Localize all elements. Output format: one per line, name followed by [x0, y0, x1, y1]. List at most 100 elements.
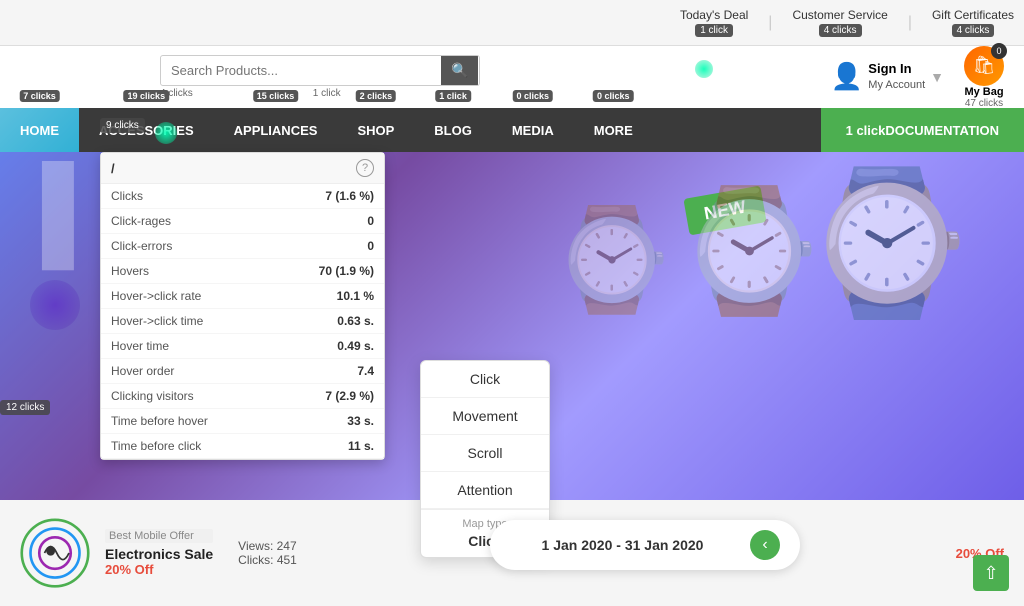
tooltip-hoverclicktime-label: Hover->click time — [111, 314, 203, 328]
tooltip-hovertime-value: 0.49 s. — [337, 339, 374, 353]
cart-label: My Bag — [964, 86, 1003, 98]
search-clicks: 4 clicks 1 click — [160, 88, 341, 99]
divider1: | — [768, 14, 772, 32]
tooltip-clickerrors-value: 0 — [367, 239, 374, 253]
nav-home-label: HOME — [20, 123, 59, 138]
nav-item-media[interactable]: 0 clicks MEDIA — [492, 108, 574, 152]
nav-more-label: MORE — [594, 123, 633, 138]
account-area[interactable]: 👤 Sign In My Account ▼ — [831, 60, 944, 94]
tooltip-help-button[interactable]: ? — [356, 159, 374, 177]
customer-service-clicks: 4 clicks — [819, 24, 862, 37]
tooltip-row-clicks: Clicks 7 (1.6 %) — [101, 184, 384, 209]
nav-shop-clicks: 2 clicks — [356, 90, 397, 102]
tooltip-hoverclickrate-label: Hover->click rate — [111, 289, 201, 303]
nav-doc-button[interactable]: 1 click DOCUMENTATION — [821, 108, 1024, 152]
tooltip-row-time-before-hover: Time before hover 33 s. — [101, 409, 384, 434]
tooltip-hoverclicktime-value: 0.63 s. — [337, 314, 374, 328]
tooltip-row-hover-click-time: Hover->click time 0.63 s. — [101, 309, 384, 334]
nav-item-home[interactable]: 7 clicks HOME — [0, 108, 79, 152]
tooltip-clickingvisitors-value: 7 (2.9 %) — [325, 389, 374, 403]
tooltip-row-clicking-visitors: Clicking visitors 7 (2.9 %) — [101, 384, 384, 409]
cart-area[interactable]: 🛍 0 My Bag 47 clicks — [964, 46, 1004, 109]
hero-text-decoration: ▐ — [10, 162, 74, 265]
tooltip-clickrages-label: Click-rages — [111, 214, 171, 228]
tooltip-timebeforehover-label: Time before hover — [111, 414, 208, 428]
nav-media-clicks: 0 clicks — [513, 90, 554, 102]
search-box: 🔍 — [160, 55, 480, 86]
my-account-label: My Account — [868, 78, 925, 93]
tooltip-row-hovers: Hovers 70 (1.9 %) — [101, 259, 384, 284]
context-menu-movement[interactable]: Movement — [421, 398, 549, 435]
context-menu-attention[interactable]: Attention — [421, 472, 549, 509]
nav-items: 7 clicks HOME 19 clicks ACCESSORIES 15 c… — [0, 108, 1024, 152]
tooltip-hoverorder-value: 7.4 — [357, 364, 374, 378]
nav-shop-label: SHOP — [357, 123, 394, 138]
tooltip-timebeforeclick-value: 11 s. — [348, 439, 374, 453]
nav-item-appliances[interactable]: 15 clicks APPLIANCES — [214, 108, 338, 152]
nav-doc-label: DOCUMENTATION — [885, 123, 999, 138]
nav-dot-home — [155, 122, 177, 144]
tooltip-row-click-rages: Click-rages 0 — [101, 209, 384, 234]
scroll-top-button[interactable]: ⇧ — [973, 555, 1009, 591]
gift-certificates-link[interactable]: Gift Certificates 4 clicks — [932, 8, 1014, 37]
tooltip-clicks-value: 7 (1.6 %) — [325, 189, 374, 203]
tooltip-hovers-label: Hovers — [111, 264, 149, 278]
bottom-badge: Best Mobile Offer — [105, 529, 213, 543]
bottom-views: Views: 247 — [238, 539, 297, 553]
divider2: | — [908, 14, 912, 32]
tooltip-hoverclickrate-value: 10.1 % — [337, 289, 374, 303]
cart-count-badge: 0 — [991, 43, 1007, 59]
nav-appliances-clicks: 15 clicks — [253, 90, 299, 102]
bottom-clicks-count: Clicks: 451 — [238, 553, 297, 567]
gift-certificates-label: Gift Certificates — [932, 8, 1014, 22]
todays-deal-label: Today's Deal — [680, 8, 748, 22]
nav-item-shop[interactable]: 2 clicks SHOP — [337, 108, 414, 152]
nav-item-blog[interactable]: 1 click BLOG — [414, 108, 492, 152]
tooltip-timebeforeclick-label: Time before click — [111, 439, 201, 453]
watch-image-secondary: ⌚ — [675, 182, 824, 322]
bottom-offer-text: Best Mobile Offer Electronics Sale 20% O… — [105, 529, 213, 577]
home-page-clicks-badge: 9 clicks — [100, 118, 145, 133]
nav-appliances-label: APPLIANCES — [234, 123, 318, 138]
bottom-logo — [20, 518, 90, 588]
date-range-text: 1 Jan 2020 - 31 Jan 2020 — [510, 537, 735, 553]
search-button[interactable]: 🔍 — [441, 56, 478, 85]
tooltip-row-hover-time: Hover time 0.49 s. — [101, 334, 384, 359]
tooltip-path: / — [111, 161, 115, 176]
search-input[interactable] — [161, 57, 441, 84]
tooltip-header: / ? — [101, 153, 384, 184]
search-clicks-right: 1 click — [313, 88, 341, 99]
logo-svg — [20, 518, 90, 588]
bottom-discount: 20% Off — [105, 562, 213, 577]
account-text: Sign In My Account — [868, 60, 925, 94]
tooltip-panel: / ? Clicks 7 (1.6 %) Click-rages 0 Click… — [100, 152, 385, 460]
tooltip-row-time-before-click: Time before click 11 s. — [101, 434, 384, 459]
top-bar: Today's Deal 1 click | Customer Service … — [0, 0, 1024, 46]
sign-in-label: Sign In — [868, 60, 925, 78]
account-icon: 👤 — [831, 61, 863, 92]
bottom-stats: Views: 247 Clicks: 451 — [238, 539, 297, 567]
bottom-title: Electronics Sale — [105, 546, 213, 562]
nav-home-clicks: 7 clicks — [19, 90, 60, 102]
watch-image-third: ⌚ — [549, 202, 674, 319]
tooltip-row-click-errors: Click-errors 0 — [101, 234, 384, 259]
customer-service-link[interactable]: Customer Service 4 clicks — [792, 8, 887, 37]
tooltip-clickingvisitors-label: Clicking visitors — [111, 389, 194, 403]
nav-blog-clicks: 1 click — [435, 90, 471, 102]
nav-item-more[interactable]: 0 clicks MORE — [574, 108, 653, 152]
nav-more-clicks: 0 clicks — [593, 90, 634, 102]
left-bar-clicks-badge: 12 clicks — [0, 400, 50, 415]
nav-accessories-clicks: 19 clicks — [124, 90, 170, 102]
context-menu-click[interactable]: Click — [421, 361, 549, 398]
tooltip-clicks-label: Clicks — [111, 189, 143, 203]
date-prev-button[interactable]: ‹ — [750, 530, 780, 560]
context-menu-scroll[interactable]: Scroll — [421, 435, 549, 472]
tooltip-hovers-value: 70 (1.9 %) — [319, 264, 374, 278]
tooltip-clickrages-value: 0 — [367, 214, 374, 228]
gift-certificates-clicks: 4 clicks — [952, 24, 995, 37]
nav-dot-account — [695, 60, 713, 78]
todays-deal-link[interactable]: Today's Deal 1 click — [680, 8, 748, 37]
tooltip-row-hover-click-rate: Hover->click rate 10.1 % — [101, 284, 384, 309]
cart-clicks: 47 clicks — [965, 98, 1003, 109]
tooltip-clickerrors-label: Click-errors — [111, 239, 172, 253]
